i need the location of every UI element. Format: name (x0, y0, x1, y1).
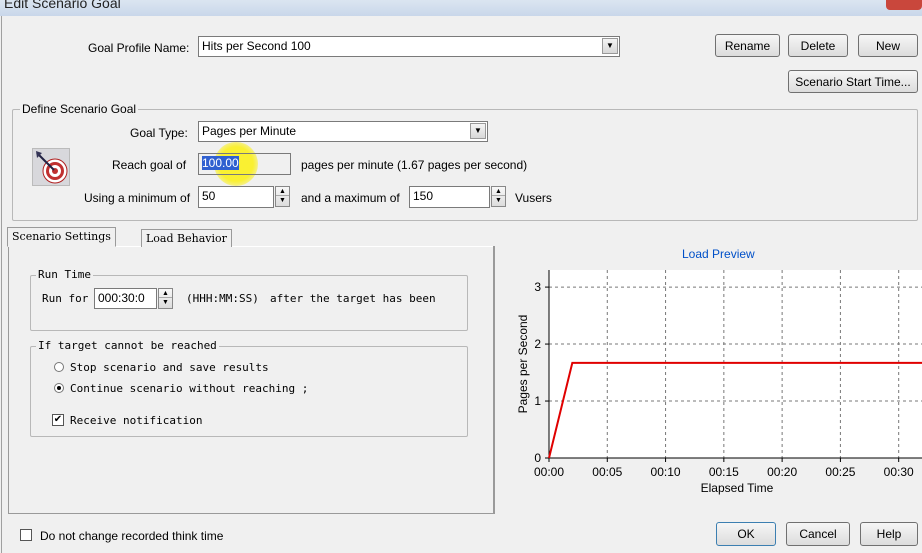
goal-profile-label: Goal Profile Name: (88, 41, 190, 55)
receive-notification-label: Receive notification (70, 414, 203, 427)
close-window-button[interactable] (886, 0, 922, 10)
goal-profile-value: Hits per Second 100 (202, 39, 311, 53)
y-tick-label: 1 (534, 394, 541, 408)
x-tick-label: 00:00 (534, 465, 564, 479)
load-preview-chart: 00:00 00:05 00:10 00:15 00:20 00:25 00:30 0 1 2 3 E… (516, 270, 922, 495)
receive-notification-checkbox[interactable]: ✔ (52, 414, 64, 426)
x-tick-label: 00:30 (884, 465, 914, 479)
x-tick-label: 00:10 (651, 465, 681, 479)
x-tick-label: 00:05 (592, 465, 622, 479)
goal-type-label: Goal Type: (130, 126, 188, 140)
target-icon (32, 148, 70, 186)
x-tick-label: 00:25 (825, 465, 855, 479)
run-for-value: 000:30:0 (98, 291, 145, 305)
window-title: Edit Scenario Goal (4, 0, 121, 11)
run-for-input[interactable]: 000:30:0 (94, 288, 157, 309)
goal-profile-select[interactable]: Hits per Second 100 ▼ (198, 36, 620, 57)
help-button[interactable]: Help (860, 522, 918, 546)
max-vusers-value: 150 (413, 189, 434, 203)
run-for-label: Run for (42, 292, 89, 305)
ok-button[interactable]: OK (716, 522, 776, 546)
goal-type-value: Pages per Minute (202, 124, 297, 138)
y-tick-label: 3 (534, 280, 541, 294)
plot-area (549, 270, 922, 458)
min-vusers-value: 50 (202, 189, 216, 203)
x-tick-label: 00:20 (767, 465, 797, 479)
run-for-spinner[interactable]: ▲ ▼ (158, 288, 173, 309)
new-button[interactable]: New (858, 34, 918, 57)
tab-scenario-settings[interactable]: Scenario Settings (7, 227, 116, 247)
continue-scenario-radio[interactable] (54, 383, 64, 393)
chevron-down-icon[interactable]: ▼ (470, 123, 486, 139)
reach-goal-input[interactable]: 100.00 (198, 153, 291, 175)
think-time-checkbox[interactable] (20, 529, 32, 541)
x-tick-label: 00:15 (709, 465, 739, 479)
cancel-button[interactable]: Cancel (786, 522, 850, 546)
chart-title: Load Preview (682, 247, 755, 261)
run-for-format: (HHH:MM:SS) (186, 292, 259, 305)
max-vusers-label: and a maximum of (301, 191, 400, 205)
reach-goal-suffix: pages per minute (1.67 pages per second) (301, 158, 528, 172)
not-reached-title: If target cannot be reached (36, 339, 219, 352)
y-tick-label: 0 (534, 451, 541, 465)
define-goal-title: Define Scenario Goal (20, 102, 139, 116)
run-for-after: after the target has been (270, 292, 436, 305)
reach-goal-value: 100.00 (202, 156, 239, 170)
tab-load-behavior[interactable]: Load Behavior (141, 229, 232, 247)
max-vusers-spinner[interactable]: ▲ ▼ (491, 186, 506, 207)
vusers-label: Vusers (515, 191, 552, 205)
run-time-title: Run Time (36, 268, 93, 281)
min-vusers-spinner[interactable]: ▲ ▼ (275, 186, 290, 207)
min-vusers-input[interactable]: 50 (198, 186, 274, 208)
rename-button[interactable]: Rename (715, 34, 780, 57)
max-vusers-input[interactable]: 150 (409, 186, 490, 208)
min-vusers-label: Using a minimum of (84, 191, 191, 205)
tab-panel-edge (493, 246, 495, 514)
title-bar: Edit Scenario Goal (0, 0, 922, 16)
scenario-start-time-button[interactable]: Scenario Start Time... (788, 70, 918, 93)
chevron-down-icon[interactable]: ▼ (602, 38, 618, 54)
stop-scenario-radio[interactable] (54, 362, 64, 372)
continue-scenario-label: Continue scenario without reaching ; (70, 382, 309, 395)
goal-type-select[interactable]: Pages per Minute ▼ (198, 121, 488, 142)
y-axis-label: Pages per Second (516, 315, 530, 414)
delete-button[interactable]: Delete (788, 34, 848, 57)
think-time-label: Do not change recorded think time (40, 529, 224, 543)
reach-goal-label: Reach goal of (112, 158, 187, 172)
y-tick-label: 2 (534, 337, 541, 351)
stop-scenario-label: Stop scenario and save results (70, 361, 269, 374)
x-axis-label: Elapsed Time (701, 481, 774, 495)
